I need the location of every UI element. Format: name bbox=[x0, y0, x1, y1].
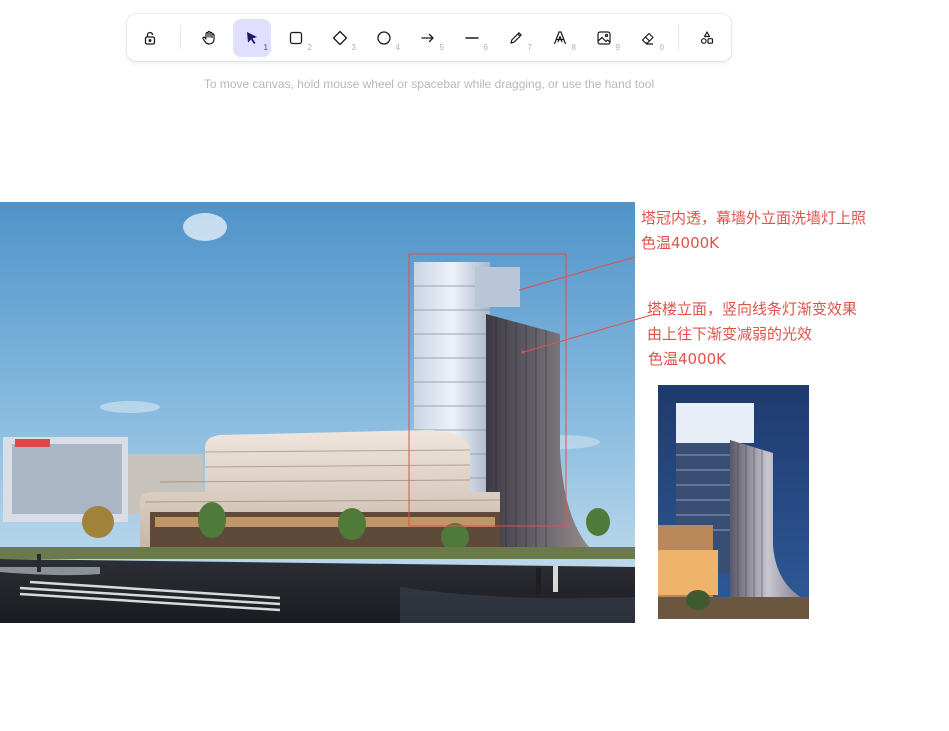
diamond-tool-key: 3 bbox=[351, 43, 356, 52]
more-shapes-button[interactable] bbox=[688, 19, 726, 57]
diamond-tool-button[interactable]: 3 bbox=[321, 19, 359, 57]
text-tool-key: 8 bbox=[571, 43, 576, 52]
line-icon bbox=[465, 37, 479, 39]
eraser-tool-key: 0 bbox=[659, 43, 664, 52]
annotation-crown-line2: 色温4000K bbox=[641, 234, 720, 252]
annotation-crown[interactable]: 塔冠内透，幕墙外立面洗墙灯上照 色温4000K bbox=[641, 206, 866, 256]
toolbar-divider bbox=[180, 25, 181, 49]
lock-tool-button[interactable] bbox=[131, 19, 169, 57]
shapes-icon bbox=[700, 31, 714, 44]
annotation-crown-line1: 塔冠内透，幕墙外立面洗墙灯上照 bbox=[641, 209, 867, 227]
rectangle-icon bbox=[289, 31, 303, 45]
diamond-icon bbox=[332, 30, 348, 46]
ellipse-icon bbox=[377, 31, 391, 45]
arrow-tool-key: 5 bbox=[439, 43, 444, 52]
arrow-tool-button[interactable]: 5 bbox=[409, 19, 447, 57]
ellipse-tool-button[interactable]: 4 bbox=[365, 19, 403, 57]
pointer-icon bbox=[247, 32, 257, 44]
architectural-rendering-night[interactable] bbox=[658, 385, 809, 619]
draw-tool-key: 7 bbox=[527, 43, 532, 52]
image-tool-button[interactable]: 9 bbox=[585, 19, 623, 57]
rectangle-tool-button[interactable]: 2 bbox=[277, 19, 315, 57]
image-tool-key: 9 bbox=[615, 43, 620, 52]
ellipse-tool-key: 4 bbox=[395, 43, 400, 52]
line-tool-button[interactable]: 6 bbox=[453, 19, 491, 57]
text-tool-button[interactable]: 8 bbox=[541, 19, 579, 57]
selection-tool-key: 1 bbox=[263, 43, 268, 52]
lock-icon bbox=[144, 31, 156, 45]
draw-tool-button[interactable]: 7 bbox=[497, 19, 535, 57]
annotation-facade-line2: 由上往下渐变减弱的光效 bbox=[647, 325, 813, 343]
annotation-facade[interactable]: 塔楼立面，竖向线条灯渐变效果 由上往下渐变减弱的光效 色温4000K bbox=[647, 297, 857, 372]
line-tool-key: 6 bbox=[483, 43, 488, 52]
main-toolbar: 1 2 3 4 5 6 7 8 9 0 bbox=[127, 14, 731, 61]
text-icon bbox=[553, 31, 567, 45]
pencil-icon bbox=[510, 32, 522, 44]
rectangle-tool-key: 2 bbox=[307, 43, 312, 52]
image-icon bbox=[597, 31, 611, 45]
selection-tool-button[interactable]: 1 bbox=[233, 19, 271, 57]
arrow-right-icon bbox=[421, 33, 434, 43]
hand-tool-button[interactable] bbox=[190, 19, 228, 57]
toolbar-divider bbox=[678, 25, 679, 49]
hand-icon bbox=[202, 30, 215, 45]
eraser-tool-button[interactable]: 0 bbox=[629, 19, 667, 57]
annotation-facade-line3: 色温4000K bbox=[648, 350, 727, 368]
annotation-facade-line1: 塔楼立面，竖向线条灯渐变效果 bbox=[647, 300, 858, 318]
canvas-hint-text: To move canvas, hold mouse wheel or spac… bbox=[203, 77, 655, 91]
eraser-icon bbox=[641, 32, 654, 45]
architectural-rendering-day[interactable] bbox=[0, 202, 635, 623]
